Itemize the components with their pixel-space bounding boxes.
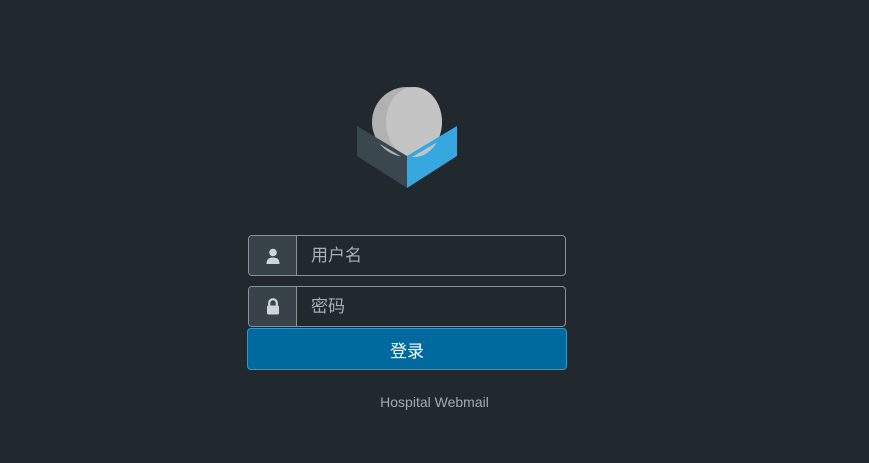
login-form: 登录 — [247, 235, 567, 370]
user-icon — [249, 236, 297, 275]
login-button[interactable]: 登录 — [247, 328, 567, 370]
login-page: 登录 Hospital Webmail — [0, 0, 869, 463]
roundcube-logo — [357, 87, 457, 188]
lock-icon — [249, 287, 297, 326]
product-name: Hospital Webmail — [380, 394, 489, 410]
username-field — [248, 235, 566, 276]
username-input[interactable] — [297, 236, 565, 275]
password-field — [248, 286, 566, 327]
password-input[interactable] — [297, 287, 565, 326]
